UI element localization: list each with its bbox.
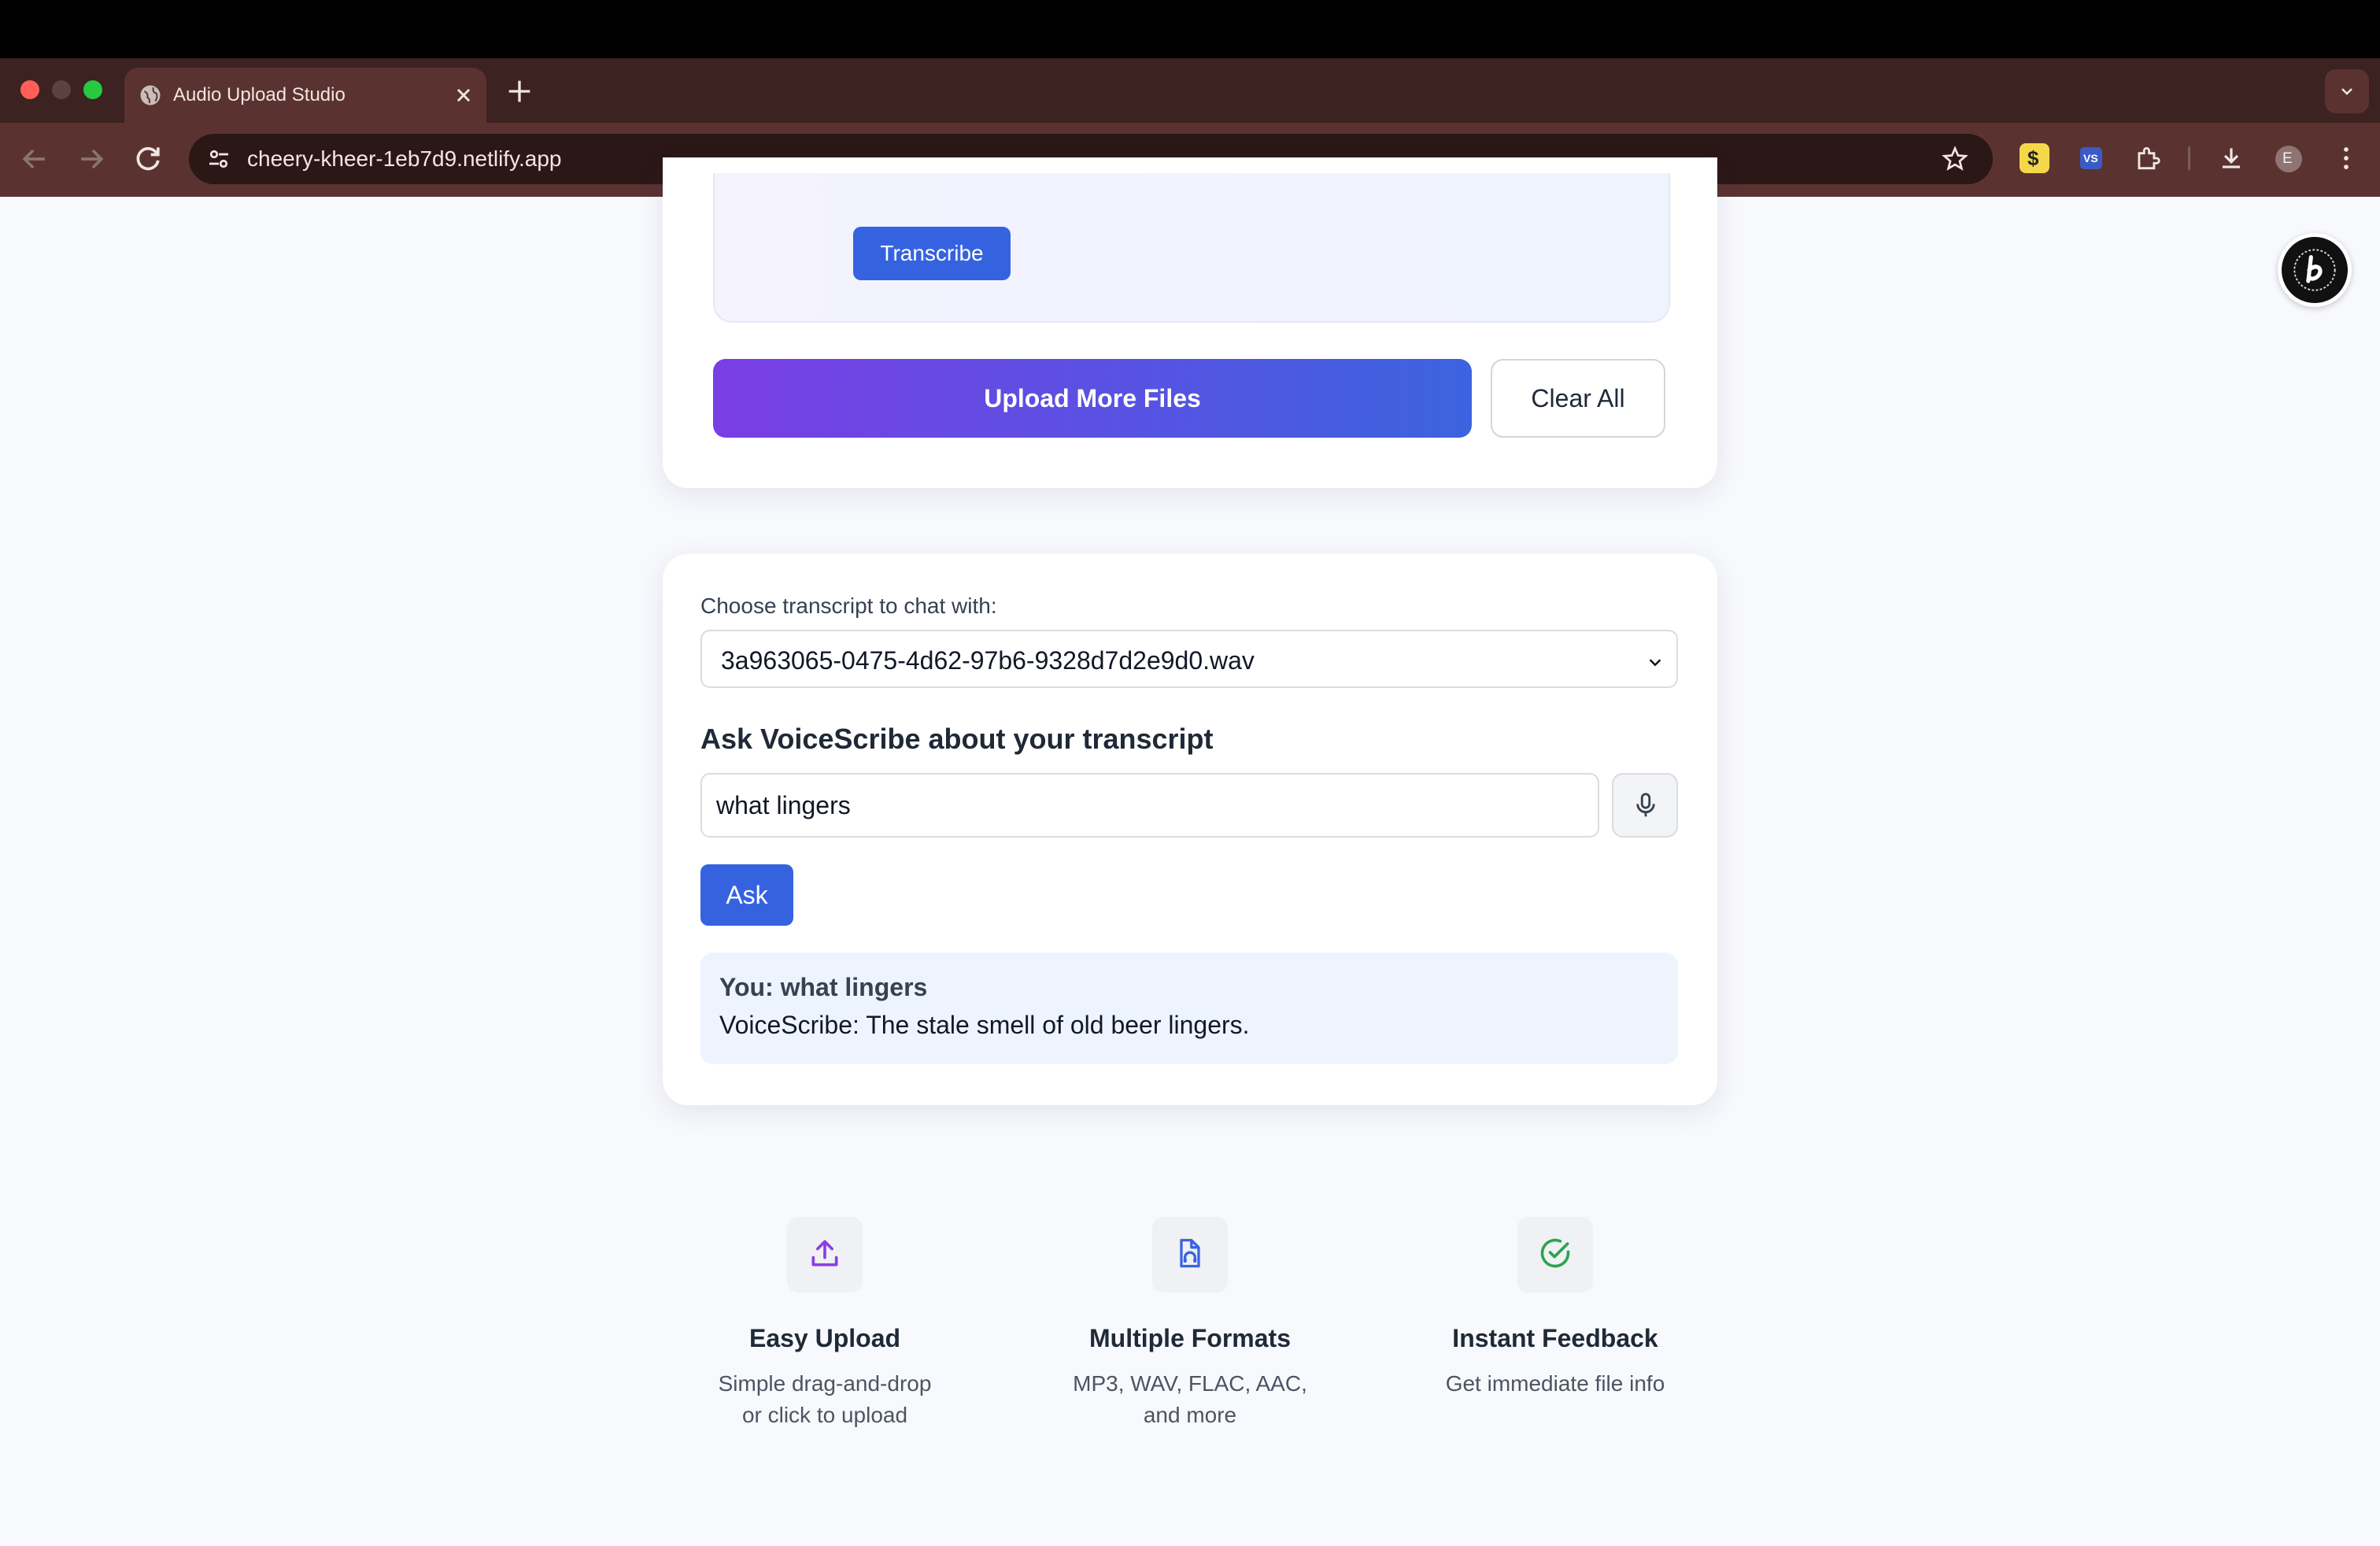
browser-tab[interactable]: Audio Upload Studio <box>124 68 486 123</box>
extensions-puzzle-icon[interactable] <box>2133 143 2163 173</box>
upload-icon <box>811 1240 838 1267</box>
minimize-window-button[interactable] <box>52 80 71 99</box>
bolt-badge[interactable] <box>2278 233 2352 307</box>
transcript-select-label: Choose transcript to chat with: <box>700 594 997 618</box>
download-icon[interactable] <box>2216 143 2246 173</box>
chevron-down-icon <box>1649 659 1661 667</box>
conversation-panel: You: what lingers VoiceScribe: The stale… <box>700 952 1678 1064</box>
transcript-select[interactable]: 3a963065-0475-4d62-97b6-9328d7d2e9d0.wav <box>700 630 1678 688</box>
feature-title: Easy Upload <box>748 1324 901 1352</box>
feature-desc-line: or click to upload <box>741 1403 908 1427</box>
forward-icon[interactable] <box>74 142 109 176</box>
profile-avatar[interactable]: E <box>2273 143 2303 173</box>
voice-input-button[interactable] <box>1612 773 1678 838</box>
maximize-window-button[interactable] <box>83 80 102 99</box>
transcribe-button[interactable]: Transcribe <box>853 227 1011 280</box>
tab-title: Audio Upload Studio <box>173 84 346 105</box>
feature-desc-line: Simple drag-and-drop <box>718 1371 932 1396</box>
audio-file-icon <box>1180 1238 1200 1268</box>
question-input[interactable] <box>700 773 1599 838</box>
bookmark-star-icon[interactable] <box>1941 145 1969 173</box>
clear-all-button[interactable]: Clear All <box>1491 359 1665 438</box>
feature-desc-line: MP3, WAV, FLAC, AAC, <box>1073 1371 1307 1396</box>
profile-initial: E <box>2282 150 2293 167</box>
chevron-down-icon <box>2341 88 2352 95</box>
close-window-button[interactable] <box>20 80 39 99</box>
toolbar-divider <box>2188 146 2190 170</box>
chat-heading: Ask VoiceScribe about your transcript <box>700 723 1214 755</box>
close-tab-icon[interactable] <box>450 82 477 109</box>
extension-vs-icon[interactable]: VS <box>2076 143 2106 173</box>
feature-title: Instant Feedback <box>1452 1324 1658 1352</box>
ask-button[interactable]: Ask <box>700 864 793 926</box>
selected-transcript: 3a963065-0475-4d62-97b6-9328d7d2e9d0.wav <box>721 646 1255 675</box>
globe-icon <box>140 85 161 105</box>
upload-more-files-button[interactable]: Upload More Files <box>713 359 1472 438</box>
feature-desc-line: and more <box>1143 1403 1237 1427</box>
extension-s-icon[interactable]: $ <box>2020 143 2049 173</box>
user-message: You: what lingers <box>719 973 928 1001</box>
microphone-icon <box>1636 793 1655 817</box>
reload-icon[interactable] <box>131 142 165 176</box>
check-circle-icon <box>1540 1238 1570 1268</box>
more-menu-icon[interactable] <box>2331 143 2361 173</box>
bolt-logo-icon <box>2293 249 2336 291</box>
tab-search-button[interactable] <box>2325 69 2369 113</box>
feature-title: Multiple Formats <box>1088 1324 1291 1352</box>
url-text: cheery-kheer-1eb7d9.netlify.app <box>247 146 562 171</box>
extension-vs-label: VS <box>2083 152 2098 165</box>
site-settings-icon[interactable] <box>205 145 233 173</box>
back-icon[interactable] <box>17 142 52 176</box>
menu-bar <box>0 0 2380 58</box>
feature-desc-line: Get immediate file info <box>1445 1371 1665 1396</box>
new-tab-icon[interactable] <box>504 76 535 107</box>
bot-message: VoiceScribe: The stale smell of old beer… <box>719 1011 1250 1039</box>
